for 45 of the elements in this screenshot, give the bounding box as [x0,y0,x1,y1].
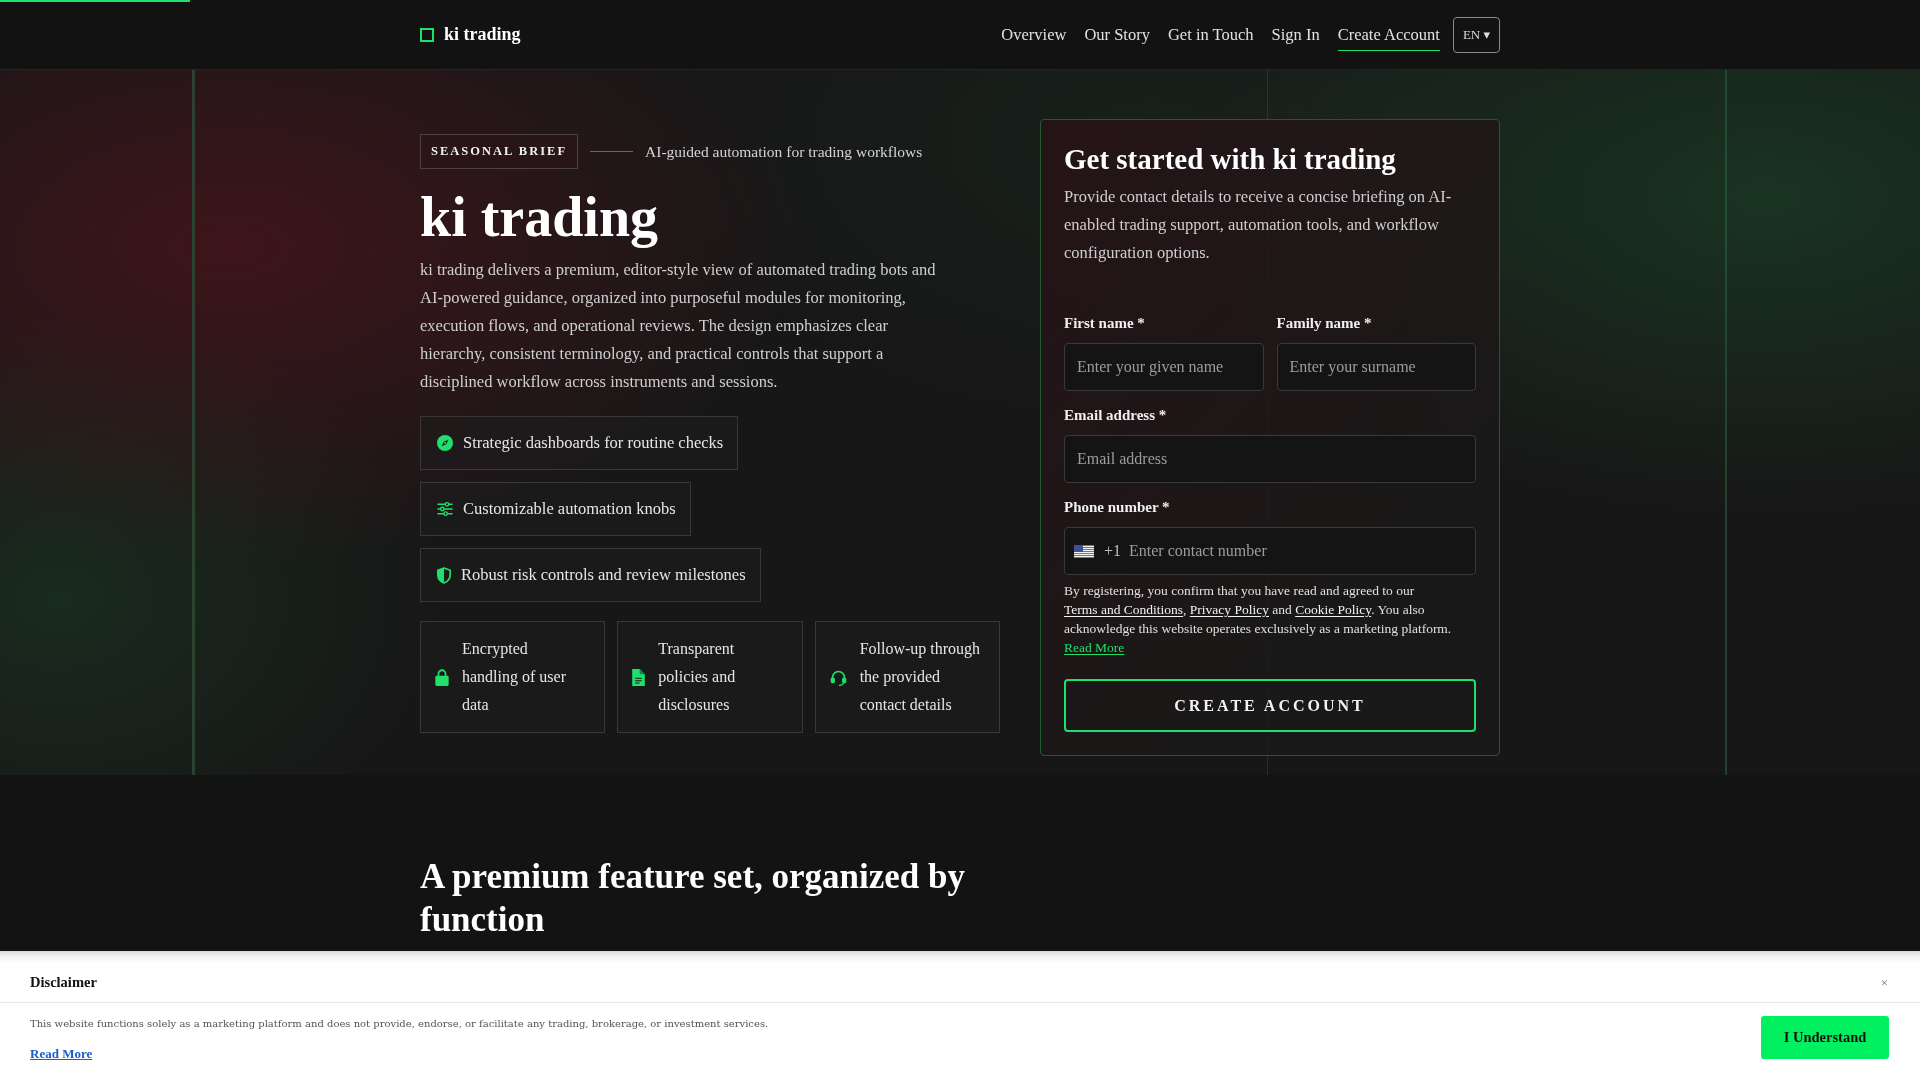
surname-input[interactable]: Enter your surname [1276,343,1476,391]
disclaimer-text: This website functions solely as a marketing platform and does not provide, endorse, or facilitate any trading, brokerage, or investment services. [30,1017,769,1031]
logo-icon [420,27,434,42]
field-label: Phone number * [1064,498,1171,517]
form-description: Provide contact details to receive a concise briefing on AI-enabled trading support, automation tools, and workflow configuration options. [1064,186,1453,264]
email-input[interactable]: Email address [1064,435,1476,483]
document-icon [632,668,646,686]
nav-link[interactable]: Our Story [1084,18,1150,51]
brand-name: ki trading [444,24,521,45]
language-button[interactable]: EN ▾ [1452,16,1500,53]
disclaimer-title: Disclaimer [30,974,97,991]
lock-icon [435,668,449,686]
consent-text: By registering, you confirm that you have read and agreed to our Terms and Conditions, Privacy Policy and Cookie Policy. You also acknowledge this website operates exclusively as a marketing platform. Read More [1064,582,1453,657]
policy-link[interactable]: Privacy Policy [1189,602,1269,617]
nav-link[interactable]: Get in Touch [1167,18,1254,51]
headset-icon [829,668,847,686]
read-more-link[interactable]: Read More [1064,640,1125,655]
field-label: Family name * [1276,314,1373,333]
form-title: Get started with ki trading [1064,142,1397,176]
dial-code: +1 [1104,542,1122,560]
assurance-text: Encrypted handling of user data [462,639,567,715]
hero-title: ki trading [420,185,659,249]
hero-description: ki trading delivers a premium, editor-style view of automated trading bots and AI-powered guidance, organized into purposeful modules for monitoring, execution flows, and operational reviews. The design emphasizes clear hierarchy, consistent terminology, and practical controls that support a disciplined workflow across instruments and sessions. [420,259,937,393]
nav-link[interactable]: Create Account [1337,18,1440,51]
feature-text: Robust risk controls and review milestones [461,565,746,585]
feature-text: Strategic dashboards for routine checks [463,433,724,453]
assurance-text: Transparent policies and disclosures [658,639,737,715]
field-label: Email address * [1064,406,1168,425]
create-account-button[interactable]: CREATE ACCOUNT [1064,679,1476,732]
policy-link[interactable]: Cookie Policy [1295,602,1372,617]
brief-badge: SEASONAL BRIEF [420,134,579,169]
close-button[interactable]: × [1878,974,1890,991]
understand-button[interactable]: I Understand [1761,1016,1889,1059]
nav-link[interactable]: Sign In [1271,18,1320,51]
feature-text: Customizable automation knobs [463,499,676,519]
field-label: First name * [1064,314,1146,333]
tagline: AI-guided automation for trading workflows [645,142,923,161]
sliders-icon [437,501,453,517]
given-name-input[interactable]: Enter your given name [1064,343,1264,391]
read-more-link[interactable]: Read More [30,1046,93,1062]
section-heading: A premium feature set, organized by function [420,856,967,941]
shield-icon [437,566,451,584]
assurance-text: Follow-up through the provided contact details [859,639,982,715]
compass-icon [437,435,453,451]
nav-link[interactable]: Overview [1001,18,1067,51]
